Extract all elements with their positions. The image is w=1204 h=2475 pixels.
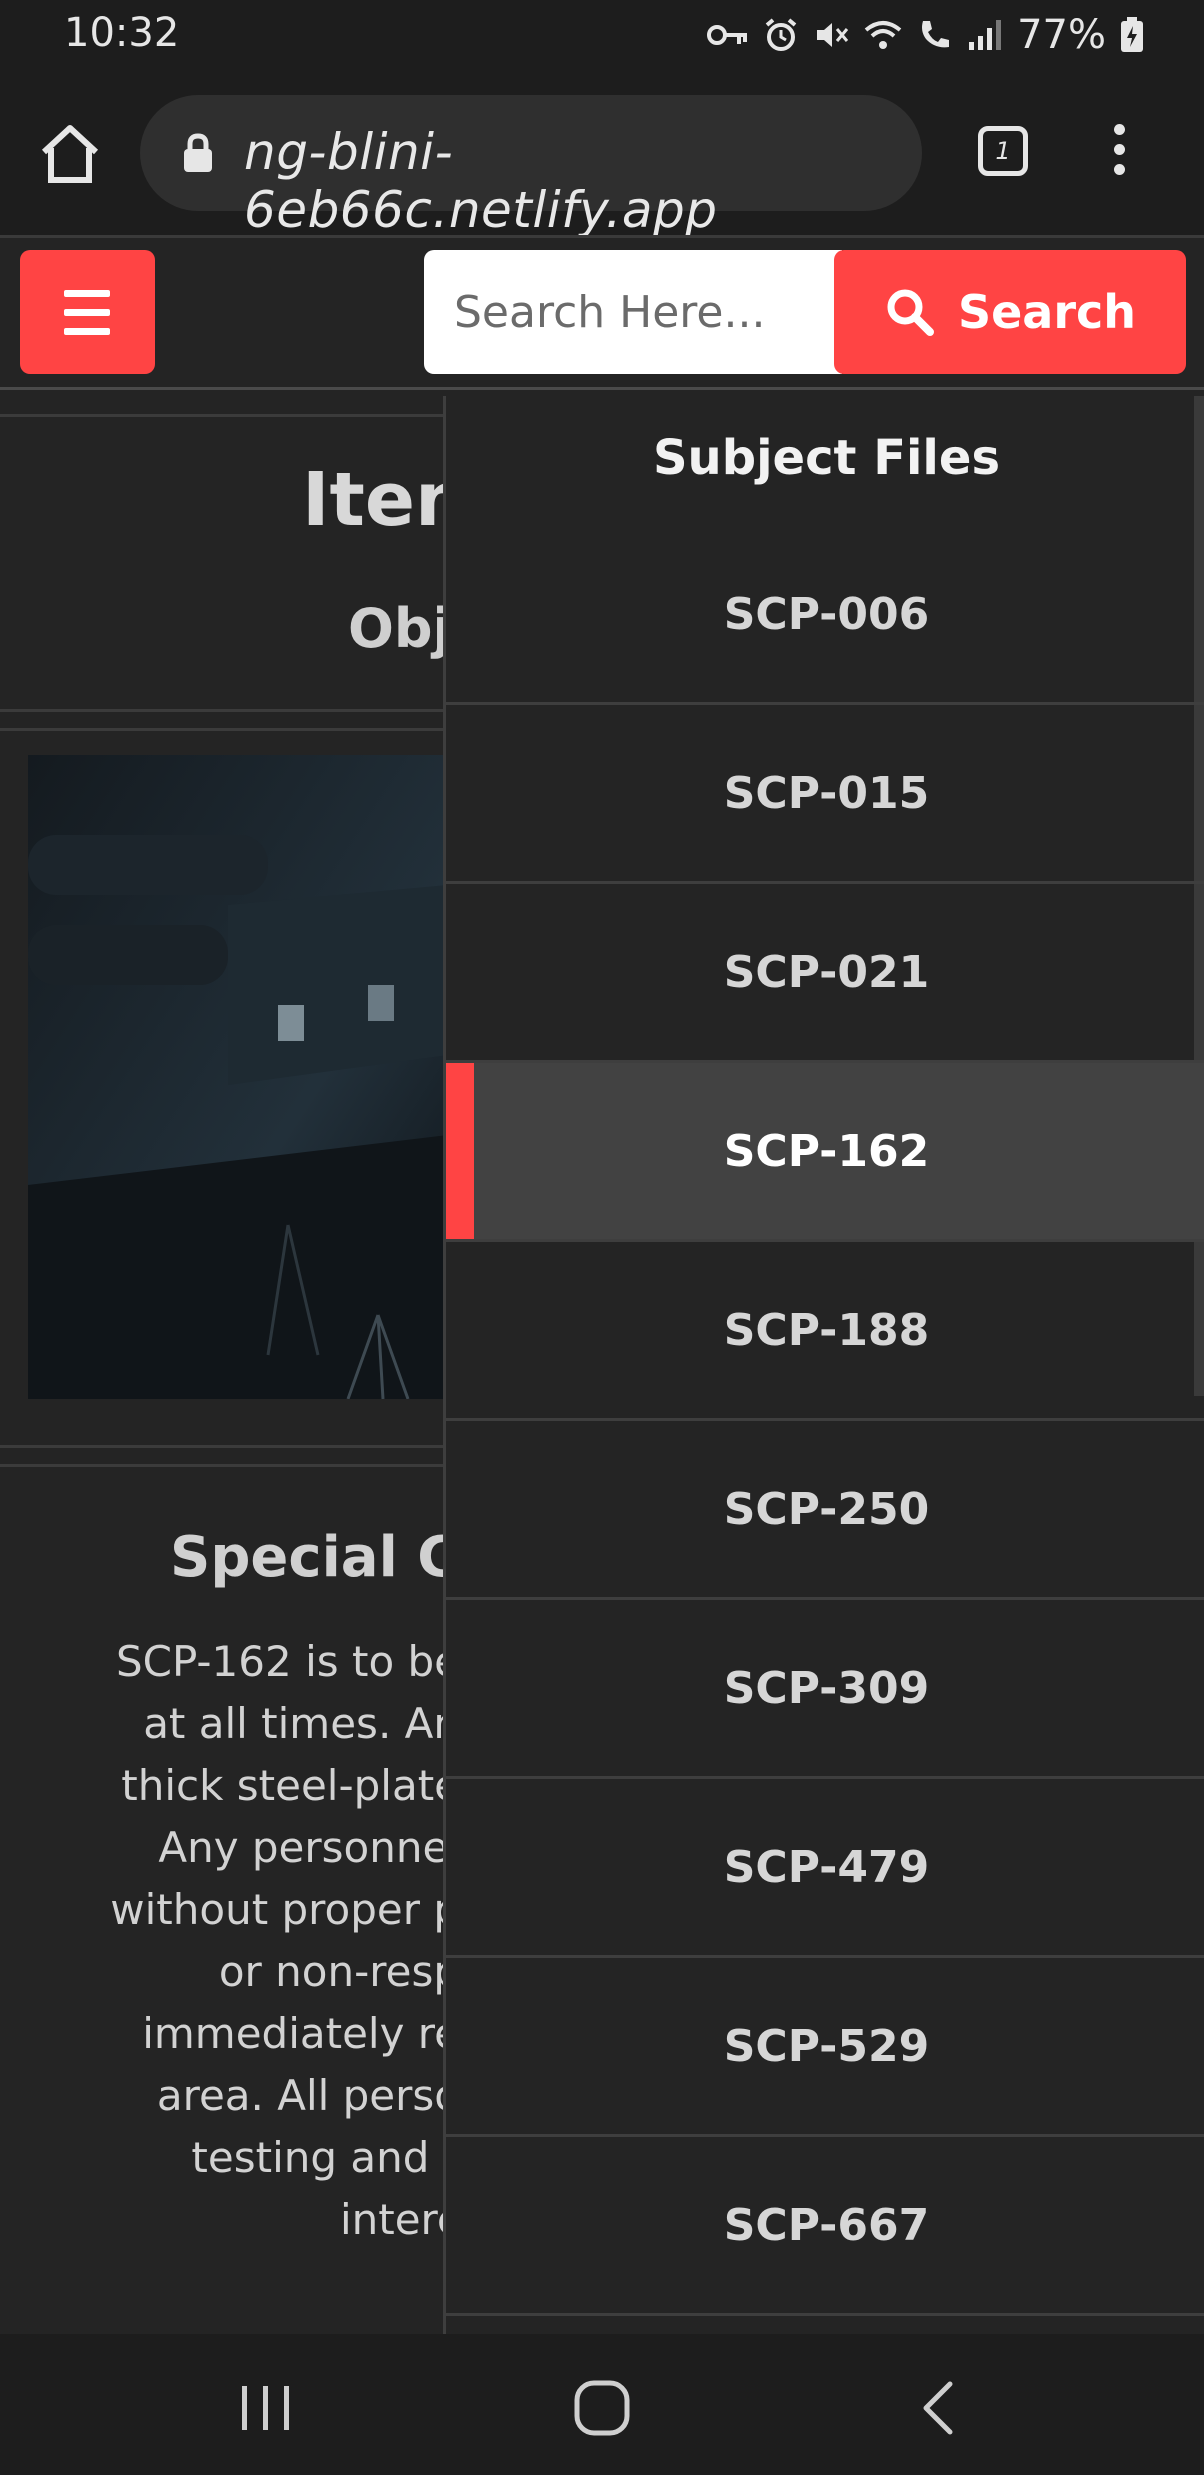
menu-title: Subject Files xyxy=(652,430,1001,486)
search-icon xyxy=(887,289,934,336)
body-line: interc xyxy=(339,2195,460,2244)
tab-switcher-button[interactable]: 1 xyxy=(978,126,1028,176)
active-indicator xyxy=(446,1063,474,1239)
menu-item-scp-529[interactable]: SCP-529 xyxy=(446,1958,1204,2137)
menu-item-scp-479[interactable]: SCP-479 xyxy=(446,1779,1204,1958)
menu-item-scp-250[interactable]: SCP-250 xyxy=(446,1421,1204,1600)
object-class: Obj xyxy=(348,597,452,660)
status-time: 10:32 xyxy=(64,10,180,56)
body-line: testing and r xyxy=(191,2133,460,2182)
hamburger-menu-button[interactable] xyxy=(20,250,155,374)
home-icon[interactable] xyxy=(38,122,102,186)
menu-list: SCP-006 SCP-015 SCP-021 SCP-162 SCP-188 … xyxy=(446,526,1204,2316)
system-nav-bar xyxy=(0,2334,1204,2475)
menu-item-scp-309[interactable]: SCP-309 xyxy=(446,1600,1204,1779)
search-input[interactable] xyxy=(424,250,842,374)
search-button[interactable]: Search xyxy=(834,250,1186,374)
body-line: area. All perso xyxy=(156,2071,460,2120)
wifi-call-icon xyxy=(922,21,950,48)
home-nav-icon[interactable] xyxy=(572,2378,632,2438)
browser-toolbar: ng-blini-6eb66c.netlify.app 1 xyxy=(0,70,1204,239)
menu-item-label: SCP-162 xyxy=(723,1125,930,1177)
body-line: immediately re xyxy=(142,2009,460,2058)
battery-percent: 77% xyxy=(1017,12,1106,58)
body-line: without proper p xyxy=(110,1885,460,1934)
wifi-icon xyxy=(864,21,902,49)
mute-icon xyxy=(817,23,849,47)
section-body: SCP-162 is to be at all times. An thick … xyxy=(0,1637,460,2257)
status-bar: 10:32 77% xyxy=(0,0,1204,70)
signal-icon xyxy=(969,20,1002,50)
menu-item-scp-006[interactable]: SCP-006 xyxy=(446,526,1204,705)
body-line: SCP-162 is to be xyxy=(116,1637,460,1686)
menu-item-scp-188[interactable]: SCP-188 xyxy=(446,1242,1204,1421)
back-icon[interactable] xyxy=(910,2378,970,2438)
battery-icon xyxy=(1121,17,1143,52)
menu-item-scp-667[interactable]: SCP-667 xyxy=(446,2137,1204,2316)
status-icons: 77% xyxy=(705,12,1144,58)
body-line: or non-resp xyxy=(218,1947,460,1996)
body-line: at all times. An xyxy=(143,1699,460,1748)
menu-item-scp-162[interactable]: SCP-162 xyxy=(446,1063,1204,1242)
url-text: ng-blini-6eb66c.netlify.app xyxy=(244,123,718,239)
browser-menu-icon[interactable] xyxy=(1108,124,1130,184)
menu-item-scp-015[interactable]: SCP-015 xyxy=(446,705,1204,884)
facility-image xyxy=(28,755,448,1399)
body-line: thick steel-plate xyxy=(121,1761,460,1810)
recent-apps-icon[interactable] xyxy=(236,2384,296,2432)
key-icon xyxy=(707,25,748,45)
menu-item-scp-021[interactable]: SCP-021 xyxy=(446,884,1204,1063)
search-button-label: Search xyxy=(957,285,1137,339)
body-line: Any personnel xyxy=(158,1823,460,1872)
subject-files-menu: Subject Files SCP-006 SCP-015 SCP-021 SC… xyxy=(443,396,1204,2334)
site-header: Search xyxy=(0,235,1204,390)
lock-icon xyxy=(184,133,212,172)
alarm-icon xyxy=(765,18,797,51)
address-bar[interactable]: ng-blini-6eb66c.netlify.app xyxy=(140,95,922,239)
